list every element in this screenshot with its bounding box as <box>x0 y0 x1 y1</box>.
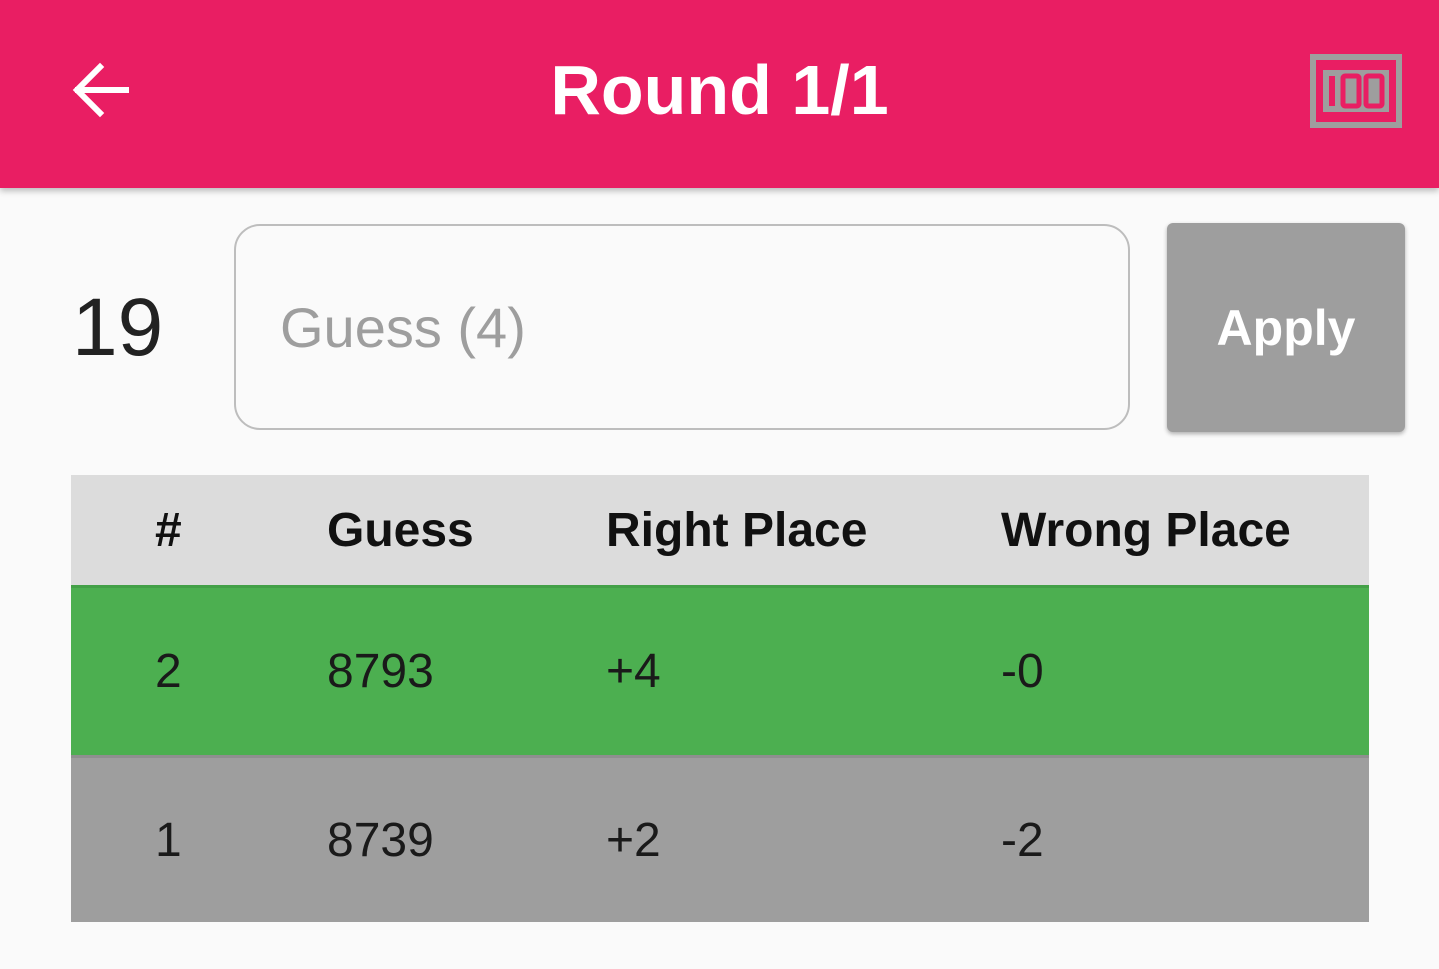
column-header-number: # <box>155 503 182 557</box>
page-title: Round 1/1 <box>550 51 889 129</box>
guess-table: # Guess Right Place Wrong Place 2 8793 +… <box>71 475 1369 922</box>
score-button[interactable] <box>1310 54 1402 128</box>
table-row: 2 8793 +4 -0 <box>71 588 1369 755</box>
row-guess: 8739 <box>327 813 434 867</box>
guess-input[interactable] <box>234 224 1130 430</box>
apply-button[interactable]: Apply <box>1167 223 1405 432</box>
row-guess: 8793 <box>327 645 434 698</box>
remaining-counter: 19 <box>72 282 164 373</box>
column-header-right-place: Right Place <box>606 503 868 557</box>
table-row: 1 8739 +2 -2 <box>71 755 1369 922</box>
row-right-place: +2 <box>606 813 661 867</box>
app-bar: Round 1/1 <box>0 0 1439 188</box>
row-number: 2 <box>155 645 182 698</box>
row-wrong-place: -0 <box>1001 645 1044 698</box>
row-wrong-place: -2 <box>1001 813 1044 867</box>
counter-100-icon <box>1310 54 1402 128</box>
row-number: 1 <box>155 813 182 867</box>
table-header: # Guess Right Place Wrong Place <box>71 475 1369 588</box>
row-right-place: +4 <box>606 645 661 698</box>
column-header-guess: Guess <box>327 503 474 557</box>
column-header-wrong-place: Wrong Place <box>1001 503 1291 557</box>
